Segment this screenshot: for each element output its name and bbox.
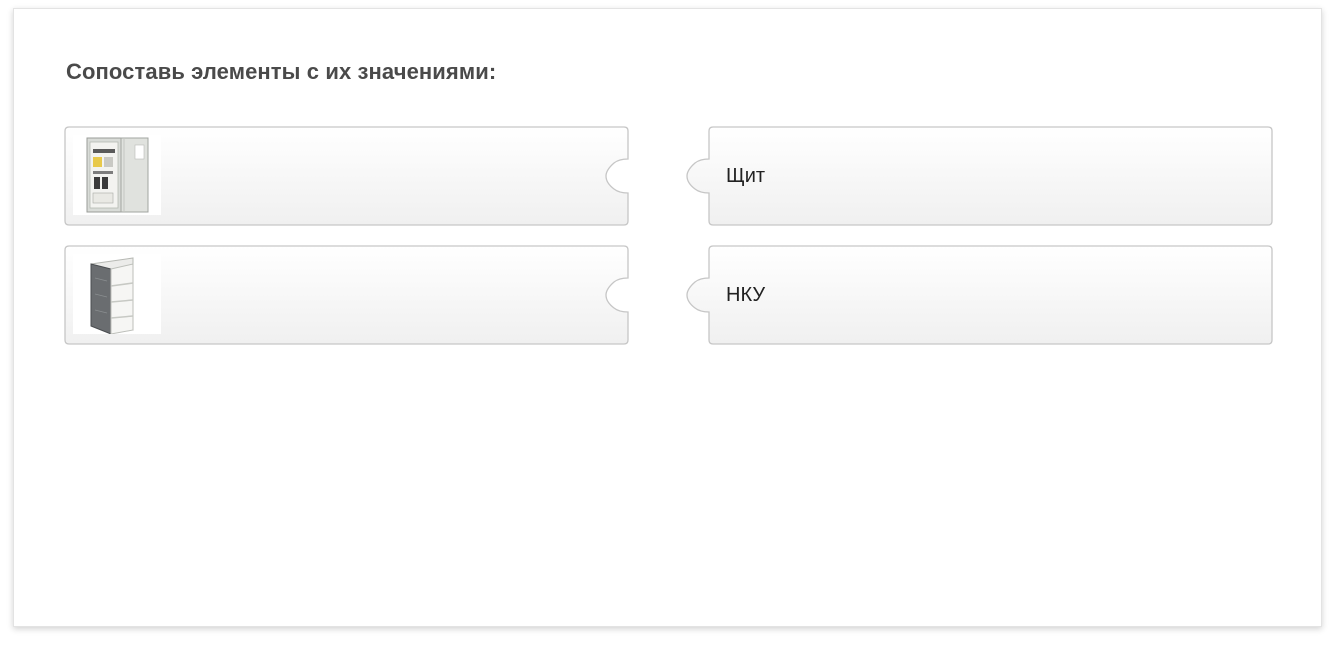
question-title: Сопоставь элементы с их значениями: [66, 59, 497, 84]
left-tile-2[interactable] [64, 245, 629, 345]
distribution-box-icon [73, 254, 161, 335]
match-label-nku: НКУ [726, 284, 766, 306]
match-label-shchit: Щит [726, 165, 766, 187]
left-tile-1[interactable] [64, 126, 629, 226]
matching-card: Сопоставь элементы с их значениями: Щит … [13, 8, 1322, 627]
tile-shape [686, 245, 1273, 345]
right-tile-2[interactable]: НКУ [686, 245, 1273, 345]
tile-shape [686, 126, 1273, 226]
electrical-cabinet-open-icon [73, 135, 161, 215]
right-tile-1[interactable]: Щит [686, 126, 1273, 226]
